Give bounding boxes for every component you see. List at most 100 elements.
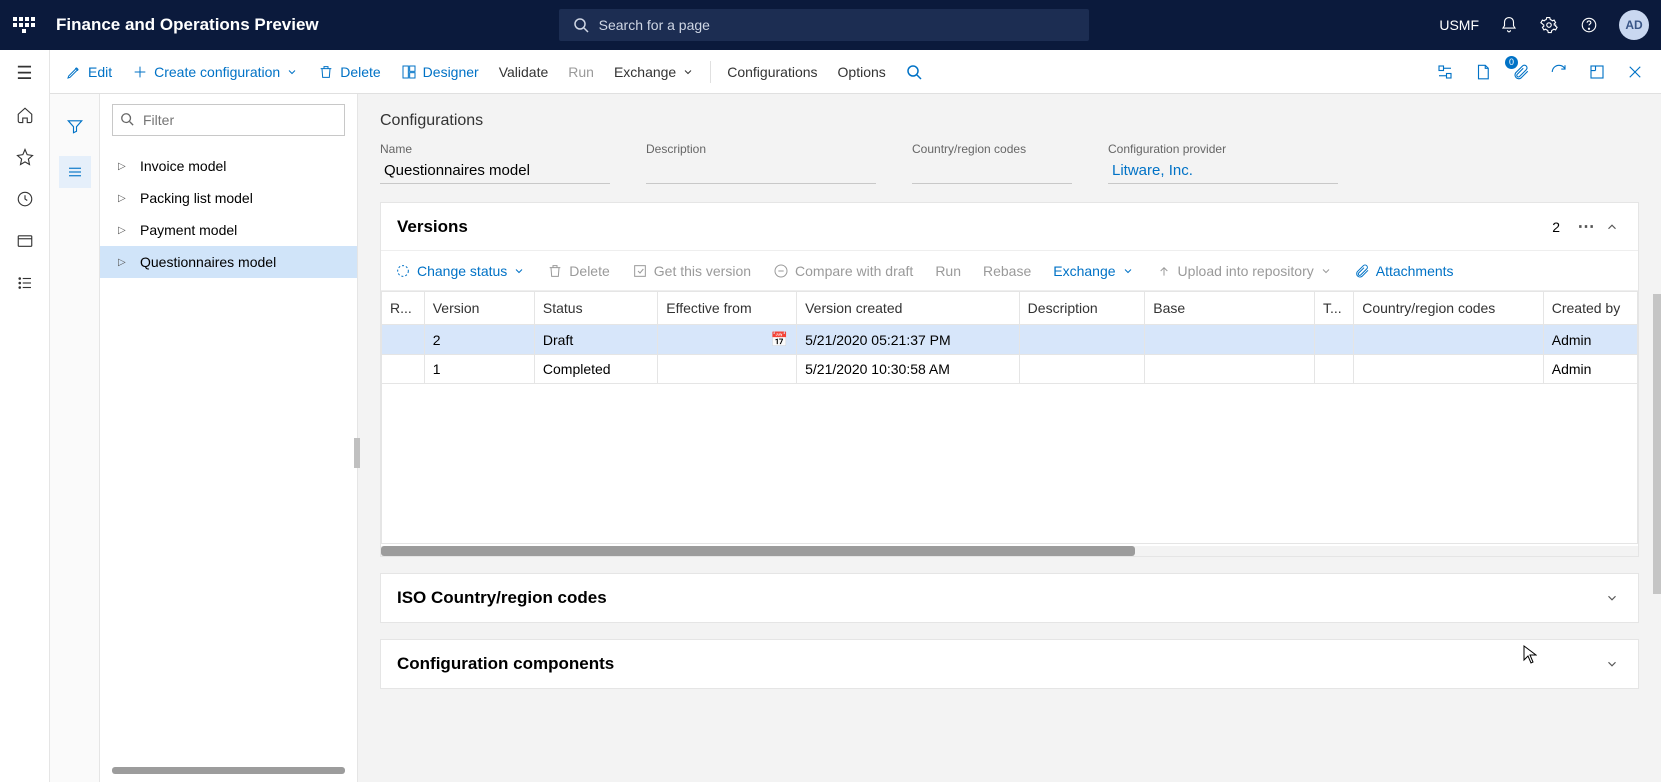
cell-created[interactable]: 5/21/2020 10:30:58 AM [797,355,1020,384]
col-created-by[interactable]: Created by [1543,292,1637,325]
cell-version[interactable]: 1 [424,355,534,384]
configurations-tab[interactable]: Configurations [717,50,827,93]
designer-button[interactable]: Designer [391,50,489,93]
tree-item-packing-list-model[interactable]: ▷Packing list model [100,182,357,214]
cell-r[interactable] [382,355,425,384]
status-icon [395,263,411,279]
chevron-down-icon[interactable] [1602,654,1622,674]
col-description[interactable]: Description [1019,292,1145,325]
table-row[interactable]: 1 Completed 5/21/2020 10:30:58 AM Admin [382,355,1638,384]
cell-status[interactable]: Completed [534,355,657,384]
cell-by[interactable]: Admin [1543,325,1637,355]
iso-title: ISO Country/region codes [397,588,607,608]
caret-icon: ▷ [118,257,128,268]
chevron-down-icon [682,66,694,78]
validate-button[interactable]: Validate [489,50,559,93]
chevron-down-icon[interactable] [1602,588,1622,608]
office-icon[interactable] [1471,60,1495,84]
cell-eff[interactable] [658,355,797,384]
exchange-label: Exchange [614,64,676,80]
components-header[interactable]: Configuration components [381,640,1638,688]
col-status[interactable]: Status [534,292,657,325]
more-icon[interactable]: ⋯ [1576,217,1596,237]
crc-value[interactable] [912,160,1072,184]
app-launcher-icon[interactable] [12,13,36,37]
action-bar: Edit Create configuration Delete Designe… [0,50,1661,94]
cell-t[interactable] [1314,355,1353,384]
notifications-icon[interactable] [1499,15,1519,35]
user-avatar[interactable]: AD [1619,10,1649,40]
favorites-icon[interactable] [14,146,36,168]
refresh-icon[interactable] [1547,60,1571,84]
field-label: Description [646,142,876,156]
exchange-button[interactable]: Exchange [604,50,704,93]
cell-crc[interactable] [1354,355,1544,384]
filter-pane-icon[interactable] [59,110,91,142]
recent-icon[interactable] [14,188,36,210]
help-icon[interactable] [1579,15,1599,35]
create-configuration-button[interactable]: Create configuration [122,50,308,93]
page-title: Configurations [380,112,1639,130]
workspaces-icon[interactable] [14,230,36,252]
versions-header[interactable]: Versions 2 ⋯ [381,203,1638,251]
col-r[interactable]: R... [382,292,425,325]
tree-item-questionnaires-model[interactable]: ▷Questionnaires model [100,246,357,278]
modules-icon[interactable] [14,272,36,294]
tree-filter-input[interactable] [112,104,345,136]
attachments-button[interactable]: Attachments [1348,263,1460,279]
options-tab[interactable]: Options [828,50,896,93]
cell-base[interactable] [1145,355,1315,384]
popout-icon[interactable] [1585,60,1609,84]
home-icon[interactable] [14,104,36,126]
col-t[interactable]: T... [1314,292,1353,325]
list-pane-icon[interactable] [59,156,91,188]
cell-crc[interactable] [1354,325,1544,355]
upload-label: Upload into repository [1178,263,1314,279]
cell-base[interactable] [1145,325,1315,355]
col-base[interactable]: Base [1145,292,1315,325]
name-value[interactable]: Questionnaires model [380,160,610,184]
global-search[interactable]: Search for a page [559,9,1089,41]
cell-by[interactable]: Admin [1543,355,1637,384]
versions-exchange-button[interactable]: Exchange [1047,263,1139,279]
col-version-created[interactable]: Version created [797,292,1020,325]
cell-eff[interactable]: 📅 [658,325,797,355]
designer-label: Designer [423,64,479,80]
close-icon[interactable] [1623,60,1647,84]
edit-label: Edit [88,64,112,80]
chevron-up-icon[interactable] [1602,217,1622,237]
grid-h-scrollbar[interactable] [381,546,1638,556]
tree-item-payment-model[interactable]: ▷Payment model [100,214,357,246]
trash-icon [547,263,563,279]
cell-desc[interactable] [1019,355,1145,384]
caret-icon: ▷ [118,225,128,236]
main-v-scrollbar[interactable] [1653,294,1661,594]
settings-icon[interactable] [1539,15,1559,35]
cell-t[interactable] [1314,325,1353,355]
description-value[interactable] [646,160,876,184]
table-row[interactable]: 2 Draft 📅 5/21/2020 05:21:37 PM Admin [382,325,1638,355]
body: ▷Invoice model ▷Packing list model ▷Paym… [50,94,1661,782]
edit-button[interactable]: Edit [56,50,122,93]
tree-item-invoice-model[interactable]: ▷Invoice model [100,150,357,182]
cell-status[interactable]: Draft [534,325,657,355]
trash-icon [318,64,334,80]
cell-version[interactable]: 2 [424,325,534,355]
provider-value[interactable]: Litware, Inc. [1108,160,1338,184]
action-search-button[interactable] [896,50,932,93]
cell-created[interactable]: 5/21/2020 05:21:37 PM [797,325,1020,355]
change-status-button[interactable]: Change status [389,263,531,279]
delete-button[interactable]: Delete [308,50,390,93]
legal-entity[interactable]: USMF [1439,17,1479,33]
personalize-icon[interactable] [1433,60,1457,84]
attachments-indicator-icon[interactable]: 0 [1509,60,1533,84]
tree-scrollbar[interactable] [112,767,345,774]
col-crc[interactable]: Country/region codes [1354,292,1544,325]
col-effective-from[interactable]: Effective from [658,292,797,325]
iso-header[interactable]: ISO Country/region codes [381,574,1638,622]
nav-toggle-icon[interactable]: ☰ [14,62,36,84]
cell-r[interactable] [382,325,425,355]
calendar-icon[interactable]: 📅 [771,331,788,348]
col-version[interactable]: Version [424,292,534,325]
cell-desc[interactable] [1019,325,1145,355]
